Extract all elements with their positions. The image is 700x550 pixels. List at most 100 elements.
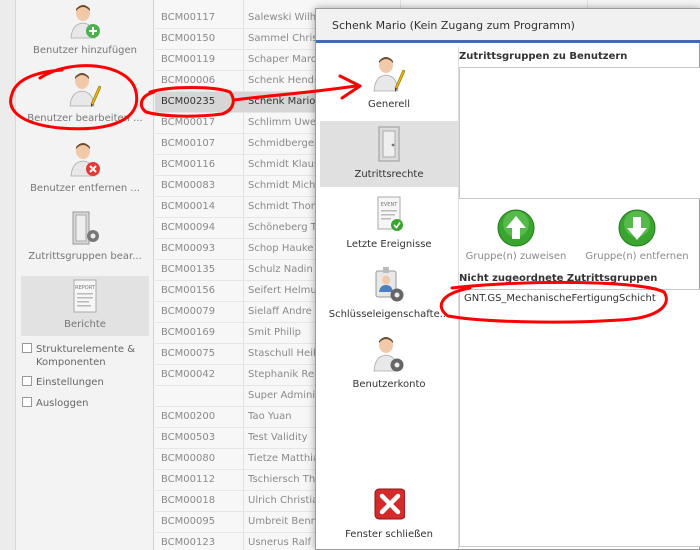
user-id-cell: BCM00017	[161, 117, 216, 128]
structure-elements-label: Strukturelemente & Komponenten	[36, 344, 136, 368]
structure-elements-item[interactable]: Strukturelemente & Komponenten	[22, 343, 146, 369]
remove-groups-label: Gruppe(n) entfernen	[585, 251, 689, 262]
user-name-cell: Tao Yuan	[248, 411, 292, 422]
user-name-cell: Tschiersch Thomas	[248, 474, 316, 485]
report-icon: REPORT	[73, 279, 97, 313]
user-name-cell: Usnerus Ralf	[248, 537, 312, 548]
user-name-cell: Schmidt Michael	[248, 180, 316, 191]
edit-user-button[interactable]: Benutzer bearbeiten ...	[21, 70, 149, 130]
door-icon	[378, 126, 400, 162]
user-id-cell: BCM00093	[161, 243, 216, 254]
user-id-cell: BCM00079	[161, 306, 216, 317]
user-name-cell: Schmidt Thomas	[248, 201, 316, 212]
user-id-cell: BCM00006	[161, 75, 216, 86]
logout-item[interactable]: Ausloggen	[22, 397, 88, 410]
user-name-cell: Schenk Hendrik	[248, 75, 316, 86]
settings-checkbox[interactable]	[22, 376, 32, 386]
user-name-cell: Test Validity	[248, 432, 308, 443]
user-id-cell: BCM00123	[161, 537, 216, 548]
structure-elements-checkbox[interactable]	[22, 343, 32, 353]
user-id-cell: BCM00116	[161, 159, 216, 170]
logout-label: Ausloggen	[36, 398, 89, 409]
nav-key-properties[interactable]: Schlüsseleigenschafte...	[320, 261, 458, 327]
user-name-cell: Schaper Marcus	[248, 54, 316, 65]
user-id-cell: BCM00200	[161, 411, 216, 422]
user-name-cell: Tietze Matthias	[248, 453, 316, 464]
reports-label: Berichte	[64, 319, 106, 330]
nav-last-events-label: Letzte Ereignisse	[346, 239, 432, 250]
sidebar: Benutzer hinzufügen Benutzer bearbeiten …	[16, 0, 154, 550]
user-name-cell: Seifert Helmut	[248, 285, 316, 296]
nav-access-rights[interactable]: Zutrittsrechte	[320, 121, 458, 187]
user-edit-icon	[69, 73, 101, 107]
nav-general-label: Generell	[368, 99, 410, 110]
user-id-cell: BCM00135	[161, 264, 216, 275]
edit-user-label: Benutzer bearbeiten ...	[27, 113, 143, 124]
badge-settings-icon	[375, 267, 404, 302]
user-id-cell: BCM00095	[161, 516, 216, 527]
remove-user-button[interactable]: Benutzer entfernen ...	[21, 140, 149, 200]
logout-checkbox[interactable]	[22, 397, 32, 407]
settings-item[interactable]: Einstellungen	[22, 376, 104, 389]
assigned-groups-title: Zutrittsgruppen zu Benutzern	[459, 51, 628, 62]
user-id-cell: BCM00169	[161, 327, 216, 338]
user-add-icon	[70, 5, 100, 39]
user-name-cell: Schulz Nadin	[248, 264, 313, 275]
user-id-cell: BCM00503	[161, 432, 216, 443]
user-id-cell: BCM00094	[161, 222, 216, 233]
access-groups-panel: Zutrittsgruppen zu Benutzern Gruppe(n) z…	[459, 47, 700, 549]
user-id-cell: BCM00014	[161, 201, 216, 212]
close-window-button[interactable]: Fenster schließen	[320, 481, 458, 547]
event-icon: EVENT	[377, 196, 403, 231]
dialog-title: Schenk Mario (Kein Zugang zum Programm)	[316, 9, 700, 43]
user-id-cell: BCM00235	[161, 96, 216, 107]
user-name-cell: Sammel Christian	[248, 33, 316, 44]
user-id-cell: BCM00156	[161, 285, 216, 296]
user-name-cell: Salewski Wilhelm	[248, 12, 316, 23]
assigned-groups-list[interactable]	[459, 67, 700, 199]
user-name-cell: Staschull Heiko	[248, 348, 316, 359]
arrow-up-icon	[497, 209, 535, 247]
user-id-cell: BCM00018	[161, 495, 216, 506]
list-item[interactable]: GNT.GS_MechanischeFertigungSchicht	[464, 293, 656, 304]
user-remove-icon	[70, 143, 100, 177]
close-window-label: Fenster schließen	[345, 529, 433, 540]
user-edit-icon	[373, 57, 405, 92]
unassigned-groups-title: Nicht zugeordnete Zutrittsgruppen	[459, 273, 658, 284]
user-id-cell: BCM00119	[161, 54, 216, 65]
edit-access-groups-button[interactable]: Zutrittsgruppen bear...	[21, 208, 149, 268]
user-settings-icon	[373, 337, 404, 372]
reports-button[interactable]: REPORT Berichte	[21, 276, 149, 336]
unassigned-groups-list[interactable]: GNT.GS_MechanischeFertigungSchicht	[459, 289, 700, 547]
dialog-nav: Generell Zutrittsrechte EVENT Letzte Ere…	[320, 47, 458, 549]
nav-last-events[interactable]: EVENT Letzte Ereignisse	[320, 191, 458, 257]
user-name-cell: Smit Philip	[248, 327, 302, 338]
user-name-cell: Ulrich Christian	[248, 495, 316, 506]
user-id-cell: BCM00083	[161, 180, 216, 191]
svg-text:REPORT: REPORT	[75, 285, 96, 291]
user-id-cell: BCM00042	[161, 369, 216, 380]
nav-access-rights-label: Zutrittsrechte	[354, 169, 424, 180]
user-id-cell: BCM00107	[161, 138, 216, 149]
settings-label: Einstellungen	[36, 377, 104, 388]
user-name-cell: Sielaff Andre	[248, 306, 312, 317]
user-id-cell: BCM00112	[161, 474, 216, 485]
add-user-button[interactable]: Benutzer hinzufügen	[21, 2, 149, 62]
add-user-label: Benutzer hinzufügen	[32, 45, 138, 56]
left-strip	[0, 0, 16, 550]
app-window: Benutzer hinzufügen Benutzer bearbeiten …	[0, 0, 700, 550]
user-name-cell: Schlimm Uwe	[248, 117, 316, 128]
user-name-cell: Stephanik Rene	[248, 369, 316, 380]
arrow-down-icon	[618, 209, 656, 247]
nav-user-account[interactable]: Benutzerkonto	[320, 331, 458, 397]
user-name-cell: Schenk Mario	[248, 96, 316, 107]
door-settings-icon	[72, 211, 99, 245]
user-name-cell: Super Administrator	[248, 390, 316, 401]
user-id-cell: BCM00117	[161, 12, 216, 23]
nav-key-properties-label: Schlüsseleigenschafte...	[328, 309, 450, 320]
user-name-cell: Schop Hauke	[248, 243, 314, 254]
user-dialog: Schenk Mario (Kein Zugang zum Programm) …	[315, 8, 700, 550]
nav-general[interactable]: Generell	[320, 51, 458, 117]
user-name-cell: Schmidt Klaus	[248, 159, 316, 170]
user-id-cell: BCM00080	[161, 453, 216, 464]
